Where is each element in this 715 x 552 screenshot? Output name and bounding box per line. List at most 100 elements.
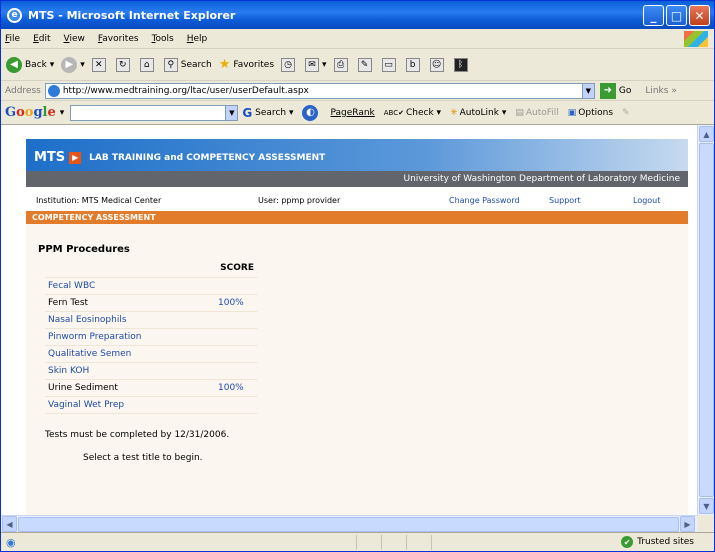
- table-row: Urine Sediment 100%: [45, 379, 257, 397]
- stop-button[interactable]: ✕: [91, 57, 109, 72]
- google-logo[interactable]: Google: [5, 105, 56, 120]
- scroll-up-arrow-icon[interactable]: ▲: [699, 126, 714, 142]
- mts-logo-text: MTS: [34, 150, 66, 165]
- chevron-down-icon[interactable]: ▼: [581, 83, 594, 98]
- options-button[interactable]: ▣ Options: [568, 108, 613, 118]
- address-bar: Address http://www.medtraining.org/ltac/…: [1, 81, 714, 101]
- chevron-down-icon[interactable]: ▼: [225, 105, 238, 120]
- window-title: MTS - Microsoft Internet Explorer: [28, 8, 236, 22]
- links-label: Links: [645, 85, 669, 96]
- go-button[interactable]: ➜ Go: [599, 82, 632, 99]
- menu-bar: File Edit View Favorites Tools Help: [1, 29, 714, 49]
- deadline-note: Tests must be completed by 12/31/2006.: [45, 430, 230, 440]
- star-icon: ★: [218, 57, 231, 72]
- scroll-right-arrow-icon[interactable]: ▶: [680, 516, 695, 532]
- procedure-link[interactable]: Fecal WBC: [45, 277, 215, 295]
- history-button[interactable]: ◷: [281, 57, 298, 72]
- horizontal-scroll-thumb[interactable]: [18, 517, 679, 532]
- user-label: User: ppmp provider: [258, 196, 341, 205]
- pagerank-label: PageRank: [330, 107, 375, 118]
- page-icon: [47, 84, 60, 97]
- page-content: MTS ▶ LAB TRAINING and COMPETENCY ASSESSME…: [1, 125, 697, 515]
- messenger-button[interactable]: ☺: [429, 57, 447, 72]
- procedure-link[interactable]: Skin KOH: [45, 362, 215, 380]
- back-button[interactable]: ◀ Back ▾: [6, 56, 54, 73]
- favorites-button[interactable]: ★ Favorites: [219, 57, 274, 72]
- autolink-label: AutoLink: [459, 107, 499, 118]
- procedure-link[interactable]: Qualitative Semen: [45, 345, 215, 363]
- vertical-scrollbar[interactable]: ▲ ▼: [697, 125, 714, 515]
- bluetooth-icon: ᛒ: [453, 57, 468, 72]
- support-link[interactable]: Support: [549, 196, 581, 205]
- autofill-button[interactable]: ▤ AutoFill: [515, 108, 558, 118]
- tagline: LAB TRAINING and COMPETENCY ASSESSMENT: [89, 152, 326, 163]
- procedure-score: 100%: [215, 379, 257, 397]
- vertical-scroll-thumb[interactable]: [699, 143, 714, 497]
- procedure-score: [215, 396, 257, 414]
- score-header: SCORE: [215, 260, 257, 278]
- logout-link[interactable]: Logout: [633, 196, 660, 205]
- google-site-button[interactable]: ◐: [302, 104, 321, 121]
- address-input[interactable]: http://www.medtraining.org/ltac/user/use…: [44, 82, 595, 99]
- menu-tools[interactable]: Tools: [152, 34, 174, 44]
- maximize-button[interactable]: □: [666, 5, 687, 26]
- procedure-score: 100%: [215, 294, 257, 312]
- mail-icon: ✉: [305, 57, 320, 72]
- table-row: Skin KOH: [45, 362, 257, 380]
- menu-file[interactable]: File: [5, 34, 20, 44]
- user-info-bar: Institution: MTS Medical Center User: pp…: [26, 193, 688, 209]
- print-button[interactable]: ⎙: [333, 57, 351, 72]
- edit-button[interactable]: ✎: [357, 57, 375, 72]
- pagerank-indicator[interactable]: PageRank: [330, 108, 374, 118]
- autolink-button[interactable]: ✳ AutoLink ▾: [450, 108, 506, 118]
- procedure-link[interactable]: Pinworm Preparation: [45, 328, 215, 346]
- research-button[interactable]: b: [405, 57, 423, 72]
- home-icon: ⌂: [139, 57, 154, 72]
- procedure-score: [215, 362, 257, 380]
- refresh-button[interactable]: ↻: [115, 57, 133, 72]
- institution-label: Institution: MTS Medical Center: [36, 196, 162, 205]
- minimize-button[interactable]: _: [643, 5, 664, 26]
- options-icon: ▣: [567, 107, 577, 118]
- status-divider: [430, 534, 432, 550]
- procedure-link[interactable]: Nasal Eosinophils: [45, 311, 215, 329]
- menu-view[interactable]: View: [64, 34, 85, 44]
- home-button[interactable]: ⌂: [139, 57, 157, 72]
- table-row: Pinworm Preparation: [45, 328, 257, 346]
- change-password-link[interactable]: Change Password: [449, 196, 520, 205]
- table-row: Nasal Eosinophils: [45, 311, 257, 329]
- table-row: Fecal WBC: [45, 277, 257, 295]
- procedure-score: [215, 277, 257, 295]
- procedure-link[interactable]: Vaginal Wet Prep: [45, 396, 215, 414]
- check-icon: ✔: [621, 536, 634, 548]
- print-icon: ⎙: [333, 57, 348, 72]
- mail-button[interactable]: ✉ ▾: [305, 57, 327, 72]
- pencil-icon[interactable]: ✎: [622, 108, 630, 118]
- bluetooth-button[interactable]: ᛒ: [453, 57, 471, 72]
- menu-help[interactable]: Help: [187, 34, 208, 44]
- spell-check-button[interactable]: ABC✔ Check ▾: [384, 108, 441, 118]
- mts-logo[interactable]: MTS ▶ LAB TRAINING and COMPETENCY ASSESSME…: [34, 150, 325, 165]
- chevron-down-icon[interactable]: ▾: [60, 108, 65, 118]
- folder-button[interactable]: ▭: [381, 57, 399, 72]
- menu-edit[interactable]: Edit: [33, 34, 50, 44]
- menu-favorites[interactable]: Favorites: [98, 34, 139, 44]
- status-divider: [355, 534, 357, 550]
- scroll-down-arrow-icon[interactable]: ▼: [699, 498, 714, 514]
- search-button[interactable]: ⚲ Search: [163, 57, 212, 72]
- close-button[interactable]: ✕: [689, 5, 710, 26]
- forward-button[interactable]: ▶ ▾: [61, 56, 85, 73]
- security-zone: ✔ Trusted sites: [621, 536, 694, 548]
- google-search-input[interactable]: ▼: [70, 104, 239, 121]
- horizontal-scrollbar[interactable]: ◀ ▶: [1, 515, 697, 532]
- favorites-label: Favorites: [233, 59, 275, 70]
- google-search-button[interactable]: G Search ▾: [242, 106, 293, 120]
- status-divider: [405, 534, 407, 550]
- go-label: Go: [618, 85, 632, 96]
- scroll-left-arrow-icon[interactable]: ◀: [2, 516, 17, 532]
- links-button[interactable]: Links »: [645, 86, 677, 96]
- windows-logo-icon: [684, 31, 708, 47]
- table-row: Vaginal Wet Prep: [45, 396, 257, 414]
- research-icon: b: [405, 57, 420, 72]
- google-toolbar: Google ▾ ▼ G Search ▾ ◐ PageRank ABC✔ Chec…: [1, 101, 714, 125]
